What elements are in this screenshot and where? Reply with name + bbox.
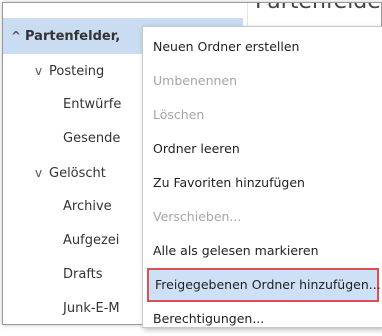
menu-item-empty-folder[interactable]: Ordner leeren xyxy=(143,132,381,166)
folder-sent[interactable]: Gesende xyxy=(63,122,120,156)
menu-item-permissions[interactable]: Berechtigungen... xyxy=(143,302,381,336)
folder-drafts[interactable]: Drafts xyxy=(63,258,103,292)
folder-label: Archive xyxy=(63,199,112,214)
menu-item-add-shared-folder[interactable]: Freigegebenen Ordner hinzufügen... xyxy=(147,268,381,302)
folder-root-mailbox[interactable]: ^ Partenfelder, xyxy=(11,19,120,53)
folder-drafts-de[interactable]: Entwürfe xyxy=(63,88,121,122)
menu-item-rename[interactable]: Umbenennen xyxy=(143,64,381,98)
folder-archive[interactable]: Archive xyxy=(63,190,112,224)
menu-item-mark-all-read[interactable]: Alle als gelesen markieren xyxy=(143,234,381,268)
menu-item-new-folder[interactable]: Neuen Ordner erstellen xyxy=(143,30,381,64)
chevron-up-icon[interactable]: ^ xyxy=(11,19,25,53)
folder-recordings[interactable]: Aufgezei xyxy=(63,224,119,258)
folder-inbox[interactable]: v Posteing xyxy=(35,54,104,88)
folder-label: Junk-E-M xyxy=(63,301,120,316)
folder-label: Partenfelder, xyxy=(25,29,121,44)
chevron-down-icon[interactable]: v xyxy=(35,54,49,88)
folder-label: Drafts xyxy=(63,267,103,282)
folder-header-title: Partenfelde xyxy=(255,3,381,14)
folder-label: Gesende xyxy=(63,131,121,146)
context-menu: Neuen Ordner erstellen Umbenennen Lösche… xyxy=(142,26,382,328)
menu-item-move[interactable]: Verschieben... xyxy=(143,200,381,234)
folder-deleted[interactable]: v Gelöscht xyxy=(35,156,106,190)
folder-label: Posteing xyxy=(49,64,105,79)
folder-label: Entwürfe xyxy=(63,97,122,112)
chevron-down-icon[interactable]: v xyxy=(35,156,49,190)
menu-item-delete[interactable]: Löschen xyxy=(143,98,381,132)
folder-label: Gelöscht xyxy=(49,166,106,181)
folder-junk[interactable]: Junk-E-M xyxy=(63,292,120,324)
menu-item-add-favorites[interactable]: Zu Favoriten hinzufügen xyxy=(143,166,381,200)
folder-label: Aufgezei xyxy=(63,233,120,248)
